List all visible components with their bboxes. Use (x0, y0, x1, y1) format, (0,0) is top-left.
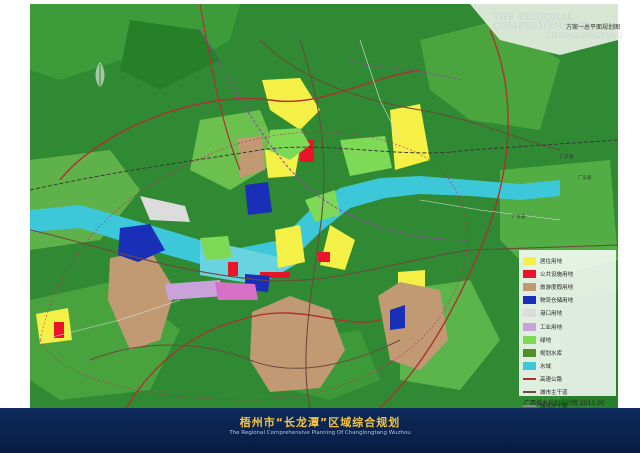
legend-swatch (523, 362, 536, 371)
legend-swatch (523, 391, 536, 394)
legend-item: 旅游度假用地 (523, 280, 613, 293)
legend-swatch (523, 309, 536, 318)
legend-label: 居住用地 (540, 258, 563, 265)
legend-label: 工业用地 (540, 324, 563, 331)
legend-swatch (523, 378, 536, 381)
legend-swatch (523, 348, 536, 357)
legend-item: 工业用地 (523, 320, 613, 333)
legend-swatch (523, 296, 536, 305)
place-label: 广东省 (578, 176, 592, 181)
legend-item: 物流仓储用地 (523, 294, 613, 307)
place-label: 广东省 (512, 215, 526, 220)
legend-label: 城市主干道 (540, 390, 568, 397)
legend-item: 公共设施用地 (523, 267, 613, 280)
legend-swatch (523, 269, 536, 278)
legend-label: 水域 (540, 364, 552, 371)
legend-swatch (523, 282, 536, 291)
title-banner: 梧州市“长龙潭”区域综合规划 The Regional Comprehensiv… (0, 408, 640, 453)
legend-item: 高速公路 (523, 373, 613, 386)
credit-text: 广西城乡规划设计院 2011.05 (524, 400, 605, 407)
legend-label: 高速公路 (540, 377, 563, 384)
place-label: 广东省 (560, 155, 574, 160)
banner-subtitle: The Regional Comprehensive Planning Of C… (229, 430, 411, 436)
legend-item: 港口用地 (523, 307, 613, 320)
legend-swatch (523, 335, 536, 344)
legend-label: 规划水库 (540, 350, 563, 357)
legend-item: 居住用地 (523, 254, 613, 267)
legend-label: 绿地 (540, 337, 552, 344)
legend-label: 旅游度假用地 (540, 284, 574, 291)
legend-swatch (523, 322, 536, 331)
legend-item: 规划水库 (523, 346, 613, 359)
header-english-line-3: CHANGLONGTANG (545, 32, 623, 40)
sheet-title: 方案一总平面规划图 (566, 24, 621, 31)
legend-label: 物流仓储用地 (540, 298, 574, 305)
leaf-logo-icon (90, 60, 110, 94)
legend-item: 绿地 (523, 333, 613, 346)
legend-label: 港口用地 (540, 311, 563, 318)
banner-title: 梧州市“长龙潭”区域综合规划 (239, 416, 401, 429)
legend-label: 公共设施用地 (540, 271, 574, 278)
legend-swatch (523, 256, 536, 265)
legend-item: 水域 (523, 360, 613, 373)
